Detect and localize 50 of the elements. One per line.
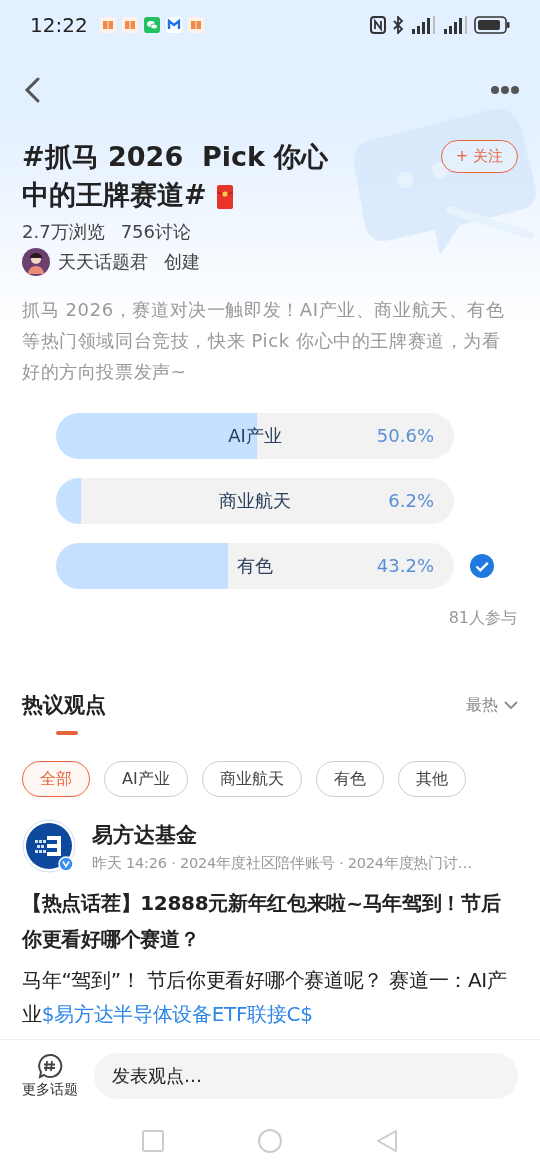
envelope-icon [216, 184, 233, 209]
topic-description: 抓马 2026，赛道对决一触即发！AI产业、商业航天、有色等热门领域同台竞技，快来 Pick 你心中的王牌赛道，为看好的方向投票发声~ [22, 298, 506, 384]
filter-chip[interactable]: AI产业 [104, 761, 188, 797]
creator-label: 创建 [164, 250, 200, 274]
back-nav-button[interactable] [376, 1129, 398, 1153]
option-label: 有色 [237, 554, 273, 578]
post-title: 【热点话茬】12888元新年红包来啦~马年驾到！节后你更看好哪个赛道？ [22, 890, 502, 953]
filter-chip[interactable]: 有色 [315, 761, 384, 797]
creator-name: 天天话题君 [58, 250, 148, 274]
post-meta: 昨天 14:26 · 2024年度社区陪伴账号 · 2024年度热门讨… [92, 853, 473, 873]
book-app-icon [121, 17, 138, 33]
signal-icon [442, 15, 468, 35]
option-label: AI产业 [228, 424, 282, 448]
hashtag-bubble-icon [37, 1053, 63, 1079]
author-avatar-icon [22, 819, 76, 873]
section-heading: 热议观点 [22, 692, 106, 719]
book-app-icon [187, 17, 204, 33]
book-app-icon [99, 17, 116, 33]
bluetooth-icon [392, 16, 404, 34]
nfc-icon [370, 16, 386, 34]
comment-field[interactable]: 发表观点… [94, 1053, 518, 1099]
filter-chip[interactable]: 商业航天 [201, 761, 302, 797]
chat-app-icon [143, 17, 160, 33]
more-icon [490, 85, 520, 95]
option-percent: 43.2% [376, 554, 434, 578]
more-topics-button[interactable]: 更多话题 [22, 1053, 78, 1099]
filter-chip[interactable]: 其他 [397, 761, 466, 797]
option-percent: 6.2% [388, 489, 434, 513]
fund-link[interactable]: $易方达半导体设备ETF联接C$ [41, 1002, 313, 1026]
chevron-down-icon [504, 700, 518, 710]
discussion-count: 756讨论 [120, 220, 191, 244]
status-time: 12:22 [30, 13, 88, 37]
home-button[interactable] [258, 1129, 282, 1153]
chevron-left-icon [22, 76, 42, 104]
poll-option[interactable]: 商业航天 6.2% [56, 478, 454, 524]
option-percent: 50.6% [376, 424, 434, 448]
battery-icon [474, 15, 510, 35]
participant-count: 81人参与 [448, 608, 517, 627]
poll-option[interactable]: AI产业 50.6% [56, 413, 454, 459]
topic-title: #抓马 2026 Pick 你心中的王牌赛道# [22, 140, 330, 212]
app-icon [165, 17, 182, 33]
sort-dropdown[interactable]: 最热 [466, 694, 518, 716]
avatar-icon [22, 248, 50, 276]
poll-option[interactable]: 有色 43.2% [56, 543, 454, 589]
view-count: 2.7万浏览 [22, 220, 105, 244]
option-label: 商业航天 [219, 489, 291, 513]
post-body: 马年“驾到”！ 节后你更看好哪个赛道呢？ 赛道一：AI产业$易方达半导体设备ETF联接C$ [22, 967, 508, 1028]
recent-apps-button[interactable] [142, 1130, 164, 1152]
author-name: 易方达基金 [92, 821, 198, 849]
signal-icon [410, 15, 436, 35]
